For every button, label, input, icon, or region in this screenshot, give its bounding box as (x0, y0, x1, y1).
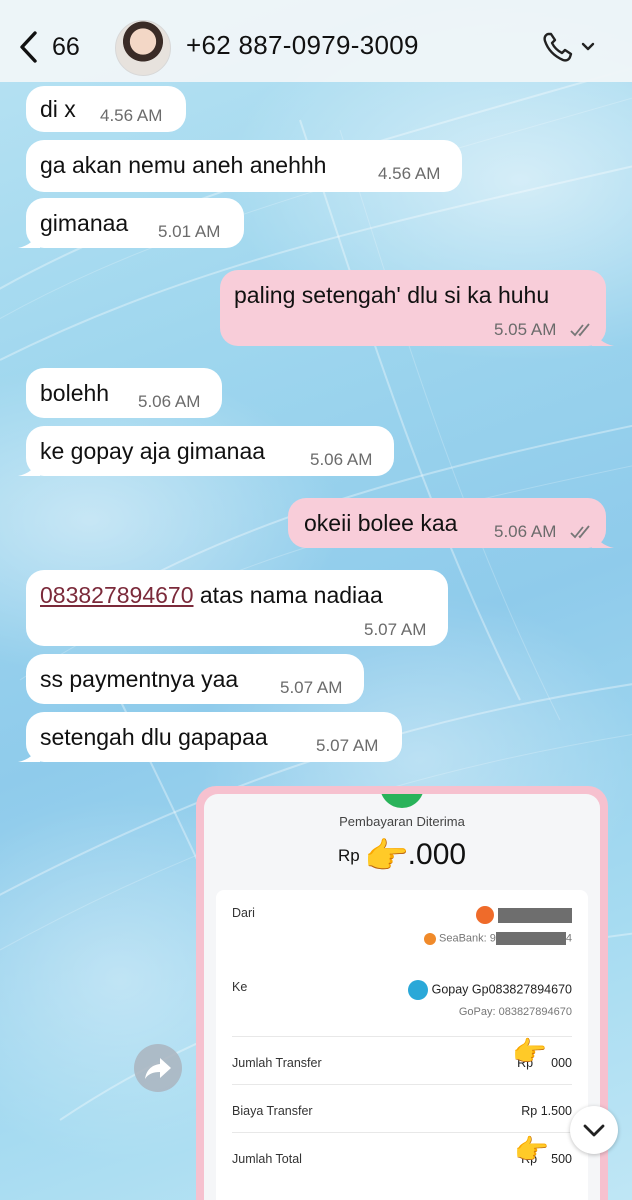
to-sub: GoPay: 083827894670 (458, 1006, 572, 1018)
message-bubble-incoming[interactable]: ke gopay aja gimanaa 5.06 AM (18, 426, 394, 476)
contact-avatar[interactable] (115, 20, 171, 76)
forward-button[interactable] (134, 1044, 182, 1092)
message-text: gimanaa (40, 210, 129, 236)
divider (232, 1084, 572, 1085)
message-bubble-incoming[interactable]: gimanaa 5.01 AM (18, 198, 244, 248)
double-check-icon (570, 323, 590, 337)
to-label: Ke (232, 980, 248, 994)
message-bubble-incoming[interactable]: ss paymentnya yaa 5.07 AM (26, 654, 364, 704)
message-text: bolehh (40, 380, 110, 406)
back-chevron-icon[interactable] (18, 30, 40, 64)
fee-label: Biaya Transfer (232, 1104, 313, 1118)
message-bubble-incoming[interactable]: di x 4.56 AM (26, 86, 186, 132)
message-bubble-outgoing[interactable]: okeii bolee kaa 5.06 AM (288, 498, 614, 548)
success-check-icon (380, 794, 424, 808)
message-text: setengah dlu gapapaa (40, 724, 268, 750)
message-time: 4.56 AM (378, 164, 441, 183)
message-text-rest: atas nama nadiaa (193, 582, 383, 608)
amount-currency: Rp (337, 846, 360, 866)
double-check-icon (570, 525, 590, 539)
contact-phone-number[interactable]: +62 887-0979-3009 (186, 30, 419, 61)
scroll-down-icon (583, 1124, 605, 1137)
bubble-tail (18, 744, 40, 762)
receipt-title: Pembayaran Diterima (339, 814, 465, 829)
pointing-hand-emoji: 👉 (514, 1134, 549, 1165)
call-button[interactable] (540, 30, 600, 64)
message-time: 5.07 AM (280, 678, 343, 697)
message-time: 5.07 AM (364, 620, 427, 639)
message-bubble-incoming[interactable]: bolehh 5.06 AM (26, 368, 222, 418)
transfer-amount-label: Jumlah Transfer (232, 1056, 322, 1070)
divider (232, 1132, 572, 1133)
bubble-tail (18, 230, 40, 248)
message-text: 083827894670 atas nama nadiaa (40, 582, 383, 609)
chevron-down-icon (581, 42, 595, 51)
message-time: 4.56 AM (100, 106, 163, 125)
scroll-to-bottom-button[interactable] (570, 1106, 618, 1154)
total-label: Jumlah Total (232, 1152, 302, 1166)
phone-number-link[interactable]: 083827894670 (40, 582, 194, 608)
chat-header: 66 +62 887-0979-3009 (0, 0, 632, 82)
message-bubble-incoming[interactable]: setengah dlu gapapaa 5.07 AM (18, 712, 402, 762)
amount-visible: .000 (407, 838, 467, 871)
message-time: 5.06 AM (138, 392, 201, 411)
fee-value: Rp 1.500 (521, 1104, 572, 1118)
pointing-hand-emoji: 👉 (512, 1036, 547, 1067)
message-time: 5.05 AM (494, 320, 557, 339)
redacted-name (498, 907, 572, 923)
redacted-account (495, 932, 566, 945)
from-label: Dari (232, 906, 255, 920)
message-time: 5.06 AM (494, 522, 557, 541)
receipt-details-card: Dari SeaBank: 94 Ke Gopay Gp083827894670… (216, 890, 588, 1200)
message-bubble-outgoing[interactable]: paling setengah' dlu si ka huhu 5.05 AM (220, 270, 614, 346)
message-text: di x (40, 96, 76, 122)
unread-count[interactable]: 66 (52, 33, 80, 62)
to-account: Gopay Gp083827894670 (407, 980, 572, 1000)
message-text: ss paymentnya yaa (40, 666, 239, 692)
from-bank: SeaBank: 94 (424, 932, 572, 945)
payment-receipt-screenshot[interactable]: Pembayaran Diterima Rp .000 👉 Dari SeaBan… (204, 794, 600, 1200)
message-text: okeii bolee kaa (304, 510, 458, 536)
message-bubble-incoming[interactable]: 083827894670 atas nama nadiaa 5.07 AM (26, 570, 448, 646)
phone-icon (543, 32, 573, 62)
message-time: 5.06 AM (310, 450, 373, 469)
message-bubble-incoming[interactable]: ga akan nemu aneh anehhh 4.56 AM (26, 140, 462, 192)
forward-icon (145, 1058, 171, 1079)
image-message-receipt[interactable]: Pembayaran Diterima Rp .000 👉 Dari SeaBan… (196, 786, 608, 1200)
message-time: 5.01 AM (158, 222, 221, 241)
pointing-hand-emoji: 👉 (364, 835, 409, 876)
message-time: 5.07 AM (316, 736, 379, 755)
user-icon (476, 906, 494, 924)
from-account (476, 906, 572, 924)
bubble-tail (18, 458, 40, 476)
message-text: ga akan nemu aneh anehhh (40, 152, 327, 178)
seabank-icon (424, 932, 436, 945)
message-text: ke gopay aja gimanaa (40, 438, 266, 464)
gopay-icon (407, 980, 428, 1000)
message-text: paling setengah' dlu si ka huhu (234, 282, 550, 308)
